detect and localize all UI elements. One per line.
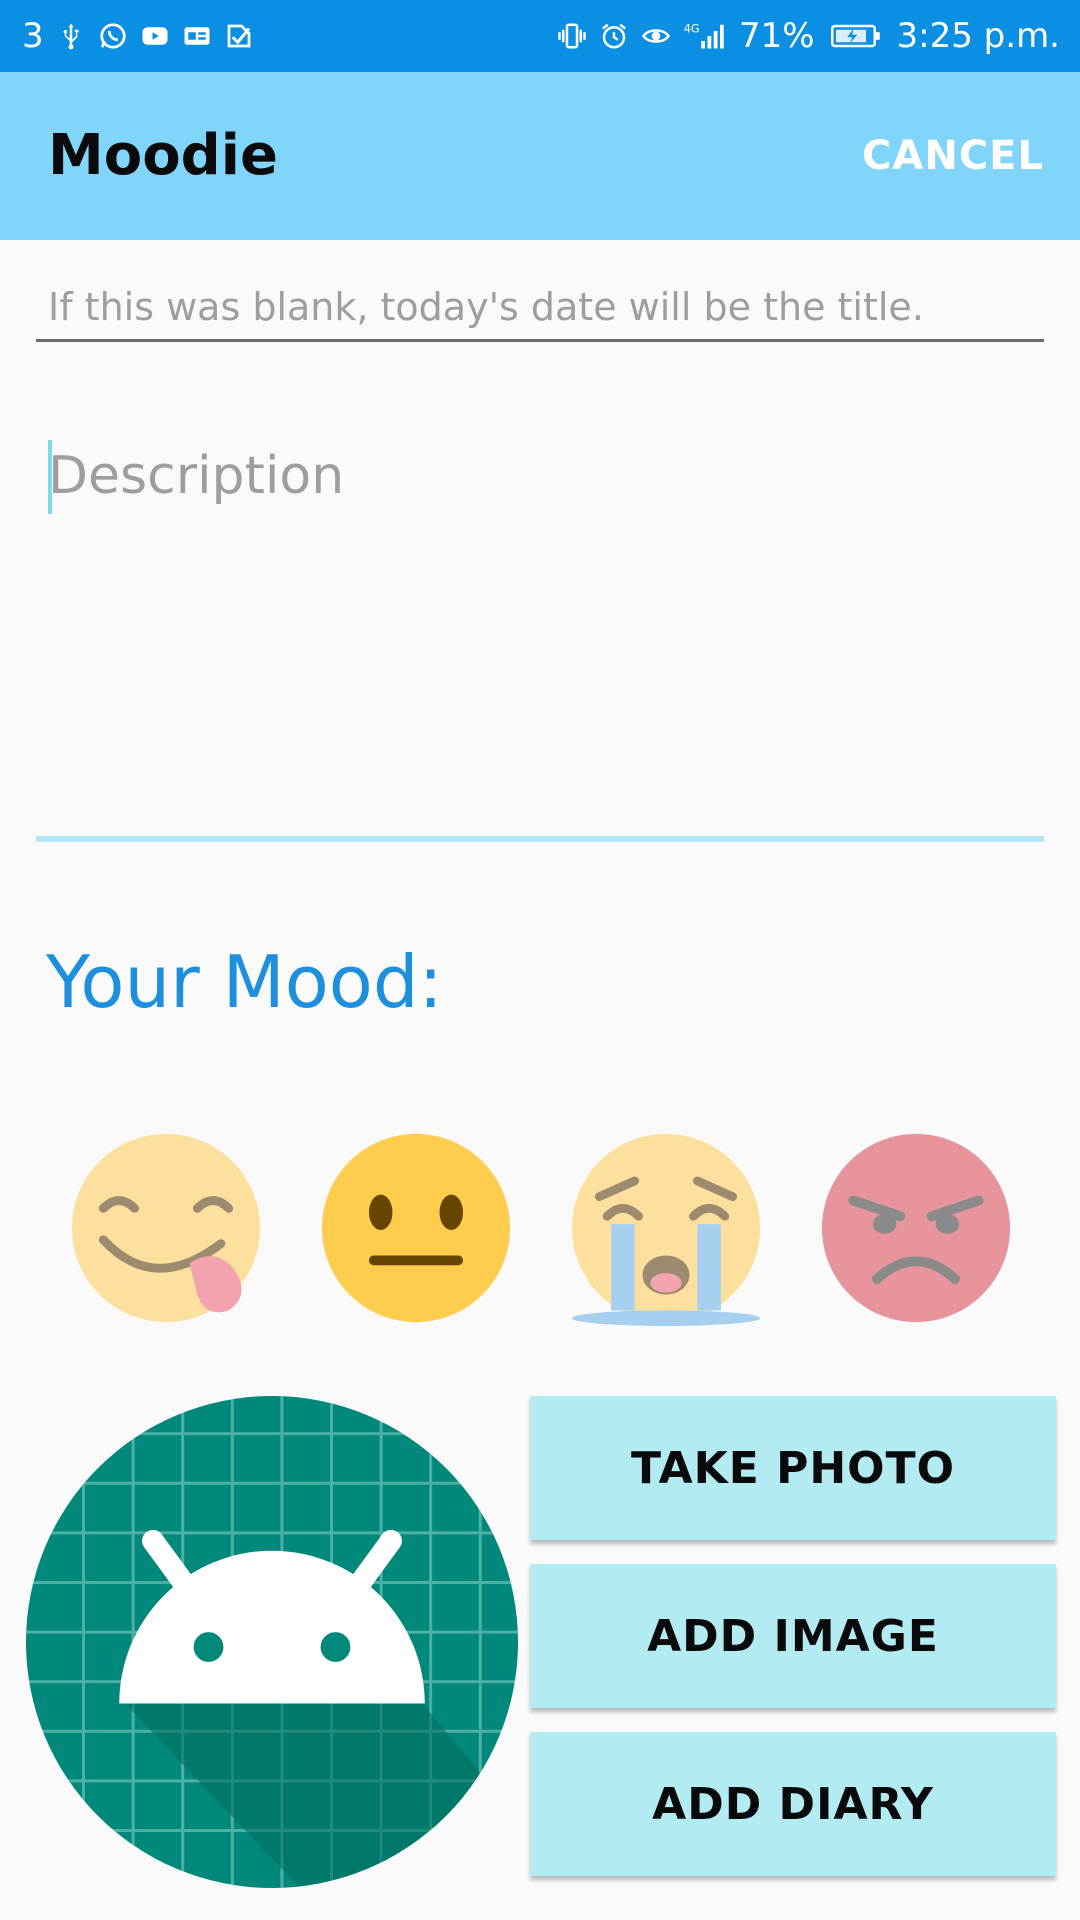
android-icon[interactable] xyxy=(24,1394,520,1890)
add-image-button[interactable]: ADD IMAGE xyxy=(530,1564,1056,1708)
status-bar: 3 4G 71% 3:25 p.m. xyxy=(0,0,1080,72)
notification-count: 3 xyxy=(22,16,44,56)
description-input[interactable] xyxy=(36,436,1044,842)
check-icon xyxy=(224,21,254,51)
clock: 3:25 p.m. xyxy=(896,16,1060,56)
signal-icon: 4G xyxy=(683,21,727,51)
take-photo-button[interactable]: TAKE PHOTO xyxy=(530,1396,1056,1540)
network-type: 4G xyxy=(684,22,700,35)
angry-face-emoji[interactable] xyxy=(818,1130,1014,1326)
mood-heading: Your Mood: xyxy=(46,940,443,1024)
add-diary-button[interactable]: ADD DIARY xyxy=(530,1732,1056,1876)
app-bar: Moodie CANCEL xyxy=(0,72,1080,240)
alarm-icon xyxy=(599,21,629,51)
savoring-face-emoji[interactable] xyxy=(68,1130,264,1326)
description-field xyxy=(36,436,1044,846)
status-bar-left: 3 xyxy=(22,14,254,58)
title-input[interactable] xyxy=(36,280,1044,342)
battery-icon xyxy=(827,21,885,51)
status-bar-right: 4G 71% 3:25 p.m. xyxy=(557,14,1060,58)
neutral-face-emoji[interactable] xyxy=(318,1130,514,1326)
title-field xyxy=(36,280,1044,344)
battery-percent: 71% xyxy=(738,16,815,56)
crying-face-emoji[interactable] xyxy=(568,1130,764,1326)
youtube-icon xyxy=(140,21,170,51)
app-title: Moodie xyxy=(48,123,278,188)
eye-icon xyxy=(641,21,671,51)
text-cursor xyxy=(48,440,52,514)
cancel-button[interactable]: CANCEL xyxy=(862,72,1044,240)
vibrate-icon xyxy=(557,21,587,51)
ge-icon xyxy=(182,21,212,51)
whatsapp-icon xyxy=(98,21,128,51)
usb-icon xyxy=(56,21,86,51)
